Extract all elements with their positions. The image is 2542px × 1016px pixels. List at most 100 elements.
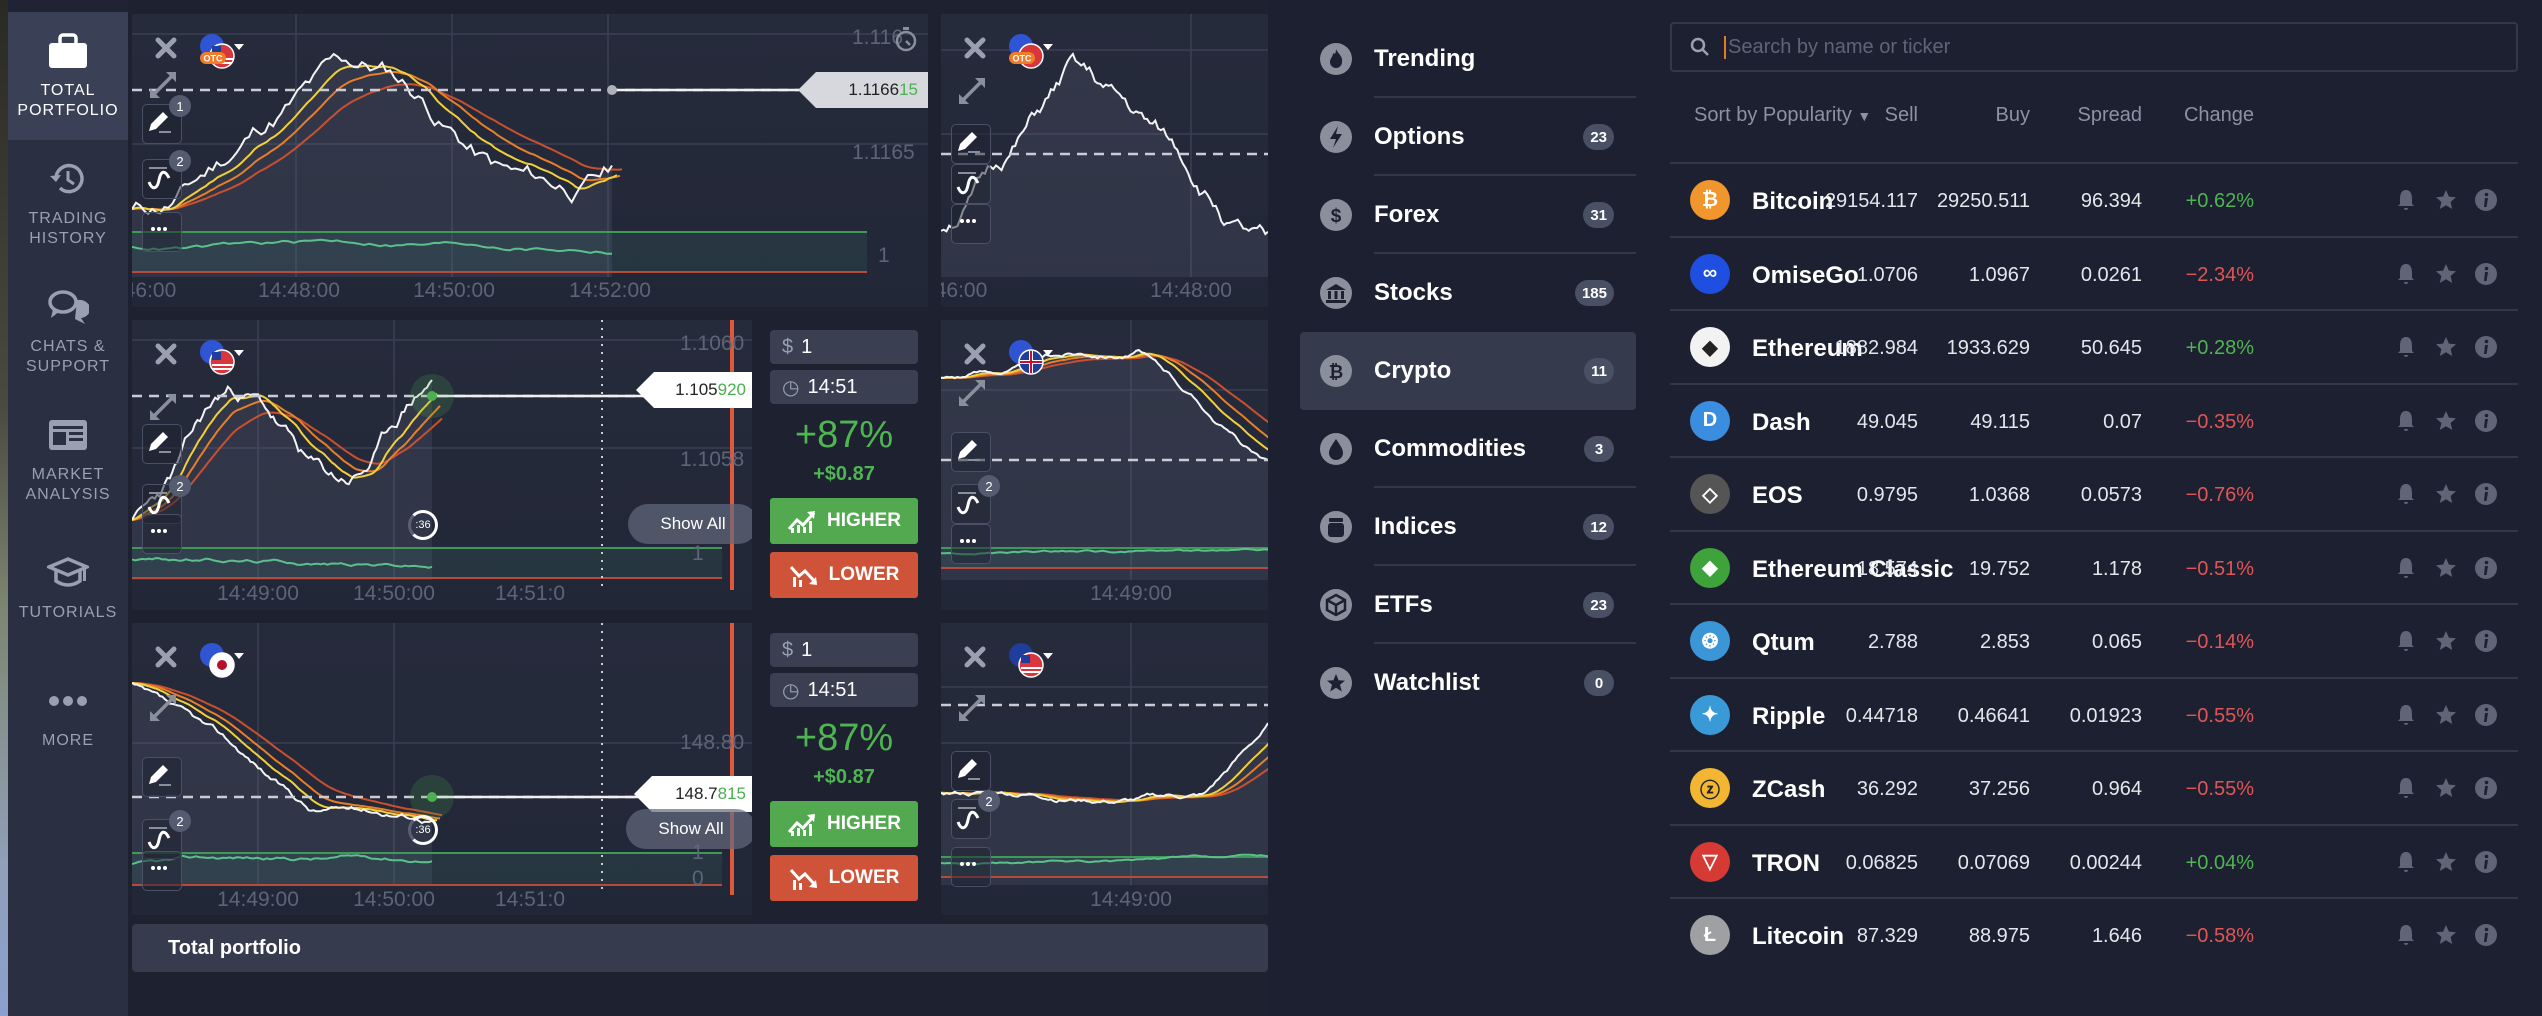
chart-panel-gbpusd[interactable]: 14:49:00 2 <box>941 623 1268 915</box>
bell-icon[interactable] <box>2394 850 2418 874</box>
higher-button[interactable]: HIGHER <box>770 801 918 847</box>
info-icon[interactable] <box>2474 188 2498 212</box>
currency-pair-flags[interactable] <box>1007 338 1047 378</box>
bell-icon[interactable] <box>2394 556 2418 580</box>
search-input[interactable] <box>1724 35 2424 59</box>
info-icon[interactable] <box>2474 703 2498 727</box>
expand-icon[interactable] <box>957 693 987 723</box>
total-portfolio-bar[interactable]: Total portfolio <box>132 924 1268 972</box>
expand-icon[interactable] <box>148 693 178 723</box>
close-icon[interactable] <box>154 645 178 669</box>
indicators-button[interactable]: 2 <box>951 475 1000 524</box>
chart-panel-eurjpy[interactable]: 148.80 1 0 14:49:00 14:50:00 14:51:0 148… <box>132 623 752 915</box>
currency-pair-flags[interactable] <box>198 641 238 681</box>
asset-row[interactable]: ◆ Ethereum 1882.984 1933.629 50.645 +0.28% <box>1670 311 2518 385</box>
currency-pair-flags[interactable] <box>198 338 238 378</box>
close-icon[interactable] <box>963 342 987 366</box>
star-icon[interactable] <box>2434 850 2458 874</box>
star-icon[interactable] <box>2434 703 2458 727</box>
bell-icon[interactable] <box>2394 776 2418 800</box>
currency-pair-flags[interactable]: OTC <box>198 32 238 72</box>
category-crypto[interactable]: ₿ Crypto 11 <box>1300 332 1636 410</box>
asset-row[interactable]: ❂ Qtum 2.788 2.853 0.065 −0.14% <box>1670 605 2518 679</box>
column-header-sell[interactable]: Sell <box>1885 104 1918 127</box>
expand-icon[interactable] <box>148 392 178 422</box>
show-all-button[interactable]: Show All <box>628 504 752 544</box>
more-tools-button[interactable] <box>951 524 991 564</box>
sort-dropdown[interactable]: Sort by Popularity ▼ <box>1694 104 1871 127</box>
sidebar-item-chats-support[interactable]: CHATS & SUPPORT <box>8 268 128 396</box>
more-tools-button[interactable] <box>951 204 991 244</box>
currency-pair-flags[interactable]: OTC <box>1007 32 1047 72</box>
asset-row[interactable]: ◇ EOS 0.9795 1.0368 0.0573 −0.76% <box>1670 458 2518 532</box>
sidebar-item-market-analysis[interactable]: MARKET ANALYSIS <box>8 396 128 524</box>
indicators-button[interactable]: 2 <box>142 150 191 199</box>
info-icon[interactable] <box>2474 850 2498 874</box>
asset-row[interactable]: ◆ Ethereum Classic 18.574 19.752 1.178 −0.51% <box>1670 532 2518 605</box>
lower-button[interactable]: LOWER <box>770 855 918 901</box>
close-icon[interactable] <box>154 36 178 60</box>
bell-icon[interactable] <box>2394 703 2418 727</box>
bell-icon[interactable] <box>2394 409 2418 433</box>
category-commodities[interactable]: Commodities 3 <box>1300 410 1636 488</box>
info-icon[interactable] <box>2474 629 2498 653</box>
star-icon[interactable] <box>2434 776 2458 800</box>
expand-icon[interactable] <box>957 378 987 408</box>
bell-icon[interactable] <box>2394 629 2418 653</box>
category-options[interactable]: Options 23 <box>1300 98 1636 176</box>
chevron-down-icon[interactable] <box>1043 44 1053 50</box>
category-indices[interactable]: Indices 12 <box>1300 488 1636 566</box>
bell-icon[interactable] <box>2394 923 2418 947</box>
info-icon[interactable] <box>2474 409 2498 433</box>
info-icon[interactable] <box>2474 335 2498 359</box>
drawing-tools-button[interactable] <box>951 751 991 791</box>
info-icon[interactable] <box>2474 262 2498 286</box>
asset-row[interactable]: Ł Litecoin 87.329 88.975 1.646 −0.58% <box>1670 899 2518 973</box>
category-etfs[interactable]: ETFs 23 <box>1300 566 1636 644</box>
drawing-tools-button[interactable] <box>951 432 991 472</box>
close-icon[interactable] <box>154 342 178 366</box>
bell-icon[interactable] <box>2394 262 2418 286</box>
bell-icon[interactable] <box>2394 335 2418 359</box>
close-icon[interactable] <box>963 36 987 60</box>
more-tools-button[interactable] <box>142 851 182 891</box>
chart-panel-eurusd-otc[interactable]: 1.116 1.1165 1 46:00 14:48:00 14:50:00 1… <box>132 14 928 307</box>
investment-amount-input[interactable]: $1 <box>770 633 918 667</box>
more-tools-button[interactable] <box>142 514 182 554</box>
indicators-button[interactable]: 2 <box>951 790 1000 839</box>
indicators-button[interactable] <box>951 164 991 204</box>
column-header-buy[interactable]: Buy <box>1996 104 2030 127</box>
expiry-time-input[interactable]: ◷ 14:51 <box>770 673 918 707</box>
asset-row[interactable]: ✦ Ripple 0.44718 0.46641 0.01923 −0.55% <box>1670 679 2518 752</box>
drawing-tools-button[interactable]: 1 <box>142 95 191 144</box>
star-icon[interactable] <box>2434 629 2458 653</box>
chart-panel-eurgbp[interactable]: 14:49:00 2 <box>941 320 1268 610</box>
drawing-tools-button[interactable] <box>951 124 991 164</box>
chevron-down-icon[interactable] <box>234 653 244 659</box>
column-header-spread[interactable]: Spread <box>2078 104 2143 127</box>
star-icon[interactable] <box>2434 923 2458 947</box>
info-icon[interactable] <box>2474 482 2498 506</box>
chevron-down-icon[interactable] <box>234 44 244 50</box>
close-icon[interactable] <box>963 645 987 669</box>
currency-pair-flags[interactable] <box>1007 641 1047 681</box>
category-trending[interactable]: Trending <box>1300 20 1636 98</box>
chevron-down-icon[interactable] <box>1043 350 1053 356</box>
expiry-time-input[interactable]: ◷ 14:51 <box>770 370 918 404</box>
asset-row[interactable]: D Dash 49.045 49.115 0.07 −0.35% <box>1670 385 2518 458</box>
category-watchlist[interactable]: Watchlist 0 <box>1300 644 1636 722</box>
chart-panel-eur-otc[interactable]: 46:00 14:48:00 OTC <box>941 14 1268 307</box>
sidebar-item-total-portfolio[interactable]: TOTAL PORTFOLIO <box>8 12 128 140</box>
sidebar-item-tutorials[interactable]: TUTORIALS <box>8 524 128 652</box>
info-icon[interactable] <box>2474 923 2498 947</box>
star-icon[interactable] <box>2434 482 2458 506</box>
sidebar-item-more[interactable]: MORE <box>8 652 128 780</box>
asset-row[interactable]: ∞ OmiseGo 1.0706 1.0967 0.0261 −2.34% <box>1670 238 2518 311</box>
bell-icon[interactable] <box>2394 188 2418 212</box>
chart-panel-eurusd[interactable]: 1.1060 1.1058 1 14:49:00 14:50:00 14:51:… <box>132 320 752 610</box>
drawing-tools-button[interactable] <box>142 757 182 797</box>
price-chart[interactable] <box>132 14 928 307</box>
investment-amount-input[interactable]: $1 <box>770 330 918 364</box>
more-tools-button[interactable] <box>951 847 991 887</box>
category-forex[interactable]: $ Forex 31 <box>1300 176 1636 254</box>
